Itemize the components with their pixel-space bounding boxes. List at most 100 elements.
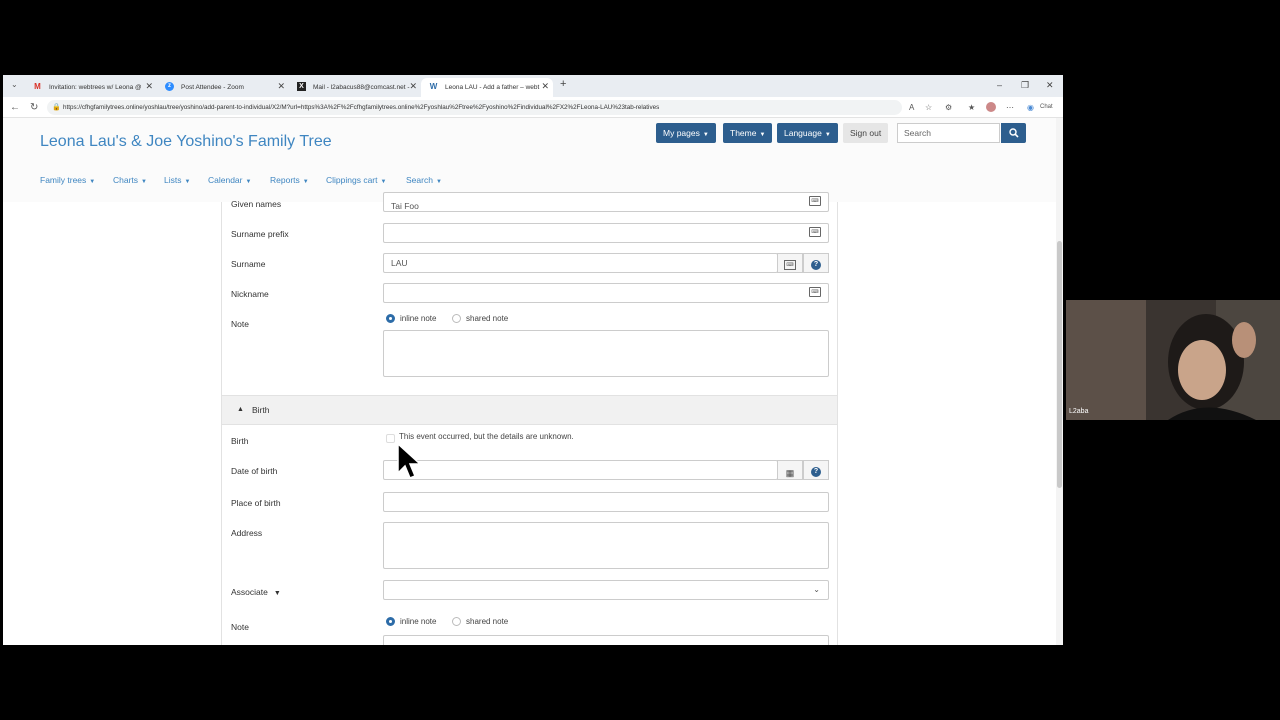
page-scrollbar[interactable] [1056,118,1063,645]
copilot-icon[interactable]: ◉ [1027,103,1034,112]
note2-textarea[interactable] [383,635,829,645]
inline-note-radio[interactable]: inline note [386,314,436,323]
webcam-person-image [1066,300,1280,420]
tab-mail[interactable]: X Mail - l2abacus88@comcast.net - ✕ [289,78,421,97]
tab-title: Invitation: webtrees w/ Leona @ [49,84,142,91]
note2-label: Note [231,622,249,632]
birth-label: Birth [231,436,249,446]
surname-value: LAU [391,258,408,268]
back-icon[interactable]: ← [10,102,20,113]
tab-title: Leona LAU - Add a father – webt [445,84,540,91]
menu-lists[interactable]: Lists ▼ [164,175,190,185]
chevron-down-icon: ⌄ [813,585,820,594]
menu-calendar[interactable]: Calendar ▼ [208,175,251,185]
nickname-input[interactable]: ⌨ [383,283,829,303]
my-pages-button[interactable]: My pages ▼ [656,123,716,143]
language-button[interactable]: Language ▼ [777,123,838,143]
tab-title: Post Attendee - Zoom [181,84,244,91]
tab-webtrees[interactable]: W Leona LAU - Add a father – webt ✕ [421,78,553,97]
favorites-bar-icon[interactable]: ★ [968,103,975,112]
collapse-caret-icon: ▲ [237,406,244,413]
associate-label[interactable]: Associate ▼ [231,587,281,597]
birth-section-header[interactable]: ▲ Birth [222,395,837,425]
radio-selected-icon [386,617,395,626]
participant-name: L2aba [1069,408,1089,415]
window-close-icon[interactable]: ✕ [1046,80,1054,91]
radio-unselected-icon [452,617,461,626]
calendar-button[interactable]: ▦ [777,460,803,480]
restore-icon[interactable]: ❐ [1021,80,1029,91]
radio-selected-icon [386,314,395,323]
tab-title: Mail - l2abacus88@comcast.net - [313,84,410,91]
surname-prefix-label: Surname prefix [231,229,289,239]
inline-note-radio-2[interactable]: inline note [386,617,436,626]
calendar-icon: ▦ [785,468,795,478]
tab-list-chevron-icon[interactable]: ⌄ [11,80,18,89]
mouse-cursor-icon [397,443,422,479]
tab-bar: ⌄ M Invitation: webtrees w/ Leona @ ✕ z … [3,75,1063,97]
help-icon: ? [811,260,821,270]
date-of-birth-label: Date of birth [231,466,278,476]
read-aloud-icon[interactable]: A [909,103,914,112]
profile-avatar-icon[interactable] [986,102,996,112]
shared-note-radio-2[interactable]: shared note [452,617,508,626]
url-field[interactable]: 🔒 https://cfhgfamilytrees.online/yoshlau… [47,100,902,115]
note-label: Note [231,319,249,329]
given-names-label: Given names [231,199,282,209]
zoom-icon: z [165,82,174,91]
keyboard-icon[interactable]: ⌨ [809,227,821,237]
sign-out-button[interactable]: Sign out [843,123,889,143]
webcam-video [1066,300,1280,420]
surname-keyboard-button[interactable]: ⌨ [777,253,803,273]
caret-down-icon: ▼ [273,590,281,597]
favorite-icon[interactable]: ☆ [925,103,932,112]
menu-family-trees[interactable]: Family trees ▼ [40,175,95,185]
menu-charts[interactable]: Charts ▼ [113,175,147,185]
close-icon[interactable]: ✕ [409,81,417,92]
theme-button[interactable]: Theme ▼ [723,123,773,143]
webtrees-icon: W [429,82,438,91]
date-help-button[interactable]: ? [803,460,829,480]
menu-search[interactable]: Search ▼ [406,175,442,185]
date-of-birth-input[interactable]: ▦ ? [383,460,829,480]
extensions-icon[interactable]: ⚙ [945,103,952,112]
keyboard-icon[interactable]: ⌨ [809,196,821,206]
chat-label[interactable]: Chat [1040,104,1053,110]
place-of-birth-label: Place of birth [231,498,281,508]
menu-reports[interactable]: Reports ▼ [270,175,309,185]
x-mail-icon: X [297,82,306,91]
reload-icon[interactable]: ↻ [30,102,38,113]
surname-prefix-input[interactable]: ⌨ [383,223,829,243]
associate-select[interactable]: ⌄ [383,580,829,600]
tab-zoom[interactable]: z Post Attendee - Zoom ✕ [157,78,289,97]
note-textarea[interactable] [383,330,829,377]
tab-gmail[interactable]: M Invitation: webtrees w/ Leona @ ✕ [25,78,157,97]
birth-section-title: Birth [252,405,270,415]
site-title[interactable]: Leona Lau's & Joe Yoshino's Family Tree [40,133,332,151]
birth-unknown-checkbox[interactable] [386,434,395,443]
menu-clippings-cart[interactable]: Clippings cart ▼ [326,175,386,185]
close-icon[interactable]: ✕ [541,81,549,92]
keyboard-icon[interactable]: ⌨ [809,287,821,297]
given-names-input[interactable]: Tai Foo ⌨ [383,192,829,212]
new-tab-icon[interactable]: + [560,78,566,90]
gmail-icon: M [34,82,41,91]
surname-help-button[interactable]: ? [803,253,829,273]
more-menu-icon[interactable]: ⋯ [1006,103,1014,112]
surname-input[interactable]: LAU ⌨ ? [383,253,829,273]
lock-icon: 🔒 [52,104,61,111]
help-icon: ? [811,467,821,477]
close-icon[interactable]: ✕ [277,81,285,92]
minimize-icon[interactable]: – [997,80,1002,90]
address-label: Address [231,528,263,538]
site-header: Leona Lau's & Joe Yoshino's Family Tree … [3,118,1056,202]
shared-note-radio[interactable]: shared note [452,314,508,323]
browser-window: ⌄ M Invitation: webtrees w/ Leona @ ✕ z … [3,75,1063,645]
surname-label: Surname [231,259,266,269]
close-icon[interactable]: ✕ [145,81,153,92]
scroll-thumb[interactable] [1057,241,1062,488]
search-input[interactable]: Search [897,123,1000,143]
search-button[interactable] [1001,123,1026,143]
address-textarea[interactable] [383,522,829,569]
place-of-birth-input[interactable] [383,492,829,512]
